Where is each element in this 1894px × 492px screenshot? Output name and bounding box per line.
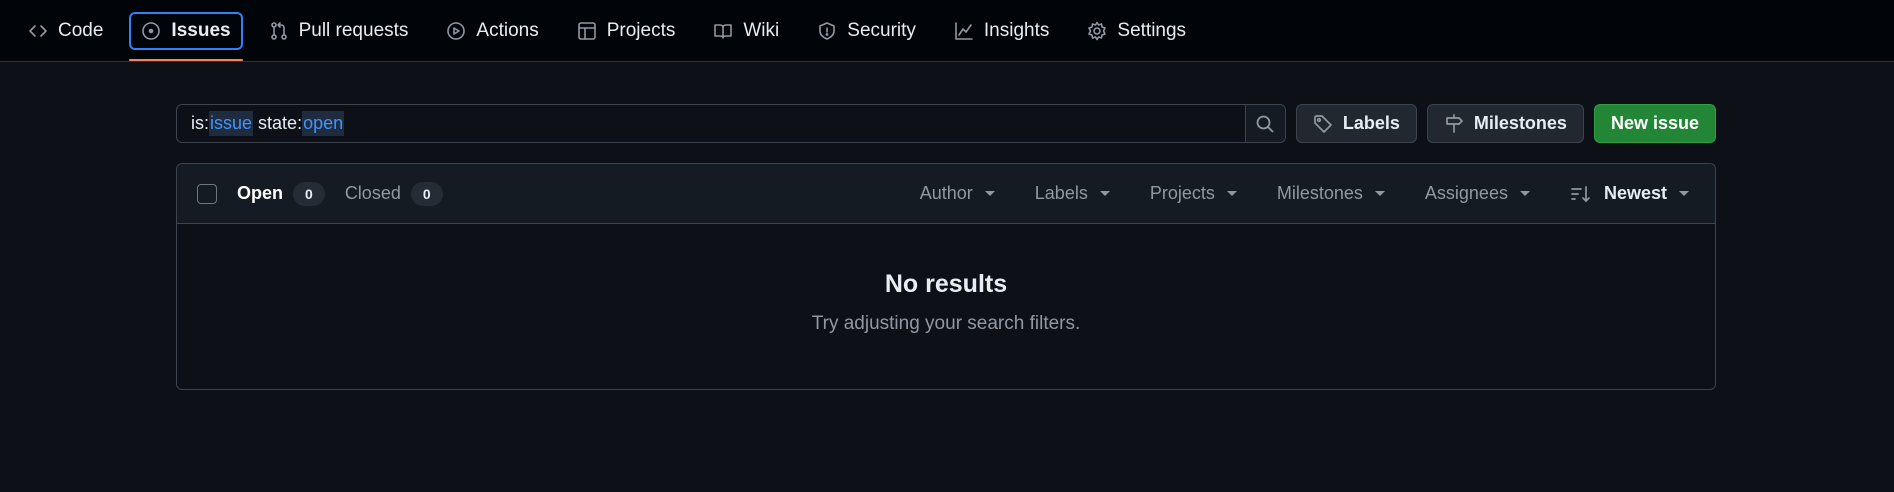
tab-projects[interactable]: Projects bbox=[565, 12, 688, 50]
tab-wiki[interactable]: Wiki bbox=[701, 12, 791, 50]
tab-code[interactable]: Code bbox=[16, 12, 115, 50]
labels-filter[interactable]: Labels bbox=[1035, 183, 1110, 204]
labels-button[interactable]: Labels bbox=[1295, 104, 1417, 143]
sort-dropdown-label: Newest bbox=[1603, 183, 1667, 203]
milestones-filter-label: Milestones bbox=[1276, 183, 1363, 203]
blankslate: No results Try adjusting your search fil… bbox=[177, 224, 1715, 335]
chevron-down-icon bbox=[1679, 191, 1689, 196]
tab-pull-requests-label: Pull requests bbox=[298, 19, 409, 41]
chevron-down-icon bbox=[1374, 191, 1385, 196]
search-qualifier-value: issue bbox=[209, 111, 254, 136]
blankslate-description: Try adjusting your search filters. bbox=[811, 313, 1081, 334]
projects-filter-label: Projects bbox=[1149, 183, 1215, 203]
author-filter[interactable]: Author bbox=[920, 183, 995, 204]
sort-desc-icon bbox=[1571, 185, 1590, 202]
author-filter-label: Author bbox=[919, 183, 973, 203]
tab-security-label: Security bbox=[847, 19, 916, 41]
projects-filter[interactable]: Projects bbox=[1150, 183, 1237, 204]
closed-issues-tab[interactable]: Closed 0 bbox=[344, 181, 443, 206]
assignees-filter[interactable]: Assignees bbox=[1425, 183, 1530, 204]
tag-icon bbox=[1314, 114, 1332, 133]
search-qualifier-key: state: bbox=[258, 113, 303, 133]
chevron-down-icon bbox=[1519, 191, 1530, 196]
tab-settings[interactable]: Settings bbox=[1075, 12, 1198, 50]
labels-button-label: Labels bbox=[1342, 113, 1400, 133]
chevron-down-icon bbox=[1226, 191, 1237, 196]
search-icon bbox=[1256, 115, 1275, 133]
open-issues-count: 0 bbox=[293, 181, 325, 206]
milestones-filter[interactable]: Milestones bbox=[1277, 183, 1385, 204]
open-issues-label: Open bbox=[237, 183, 284, 203]
issue-search-input[interactable]: is: issue state: open bbox=[177, 105, 1245, 142]
new-issue-button-label: New issue bbox=[1610, 113, 1699, 133]
closed-issues-label: Closed bbox=[344, 183, 401, 203]
shield-icon bbox=[819, 21, 836, 40]
tab-issues-label: Issues bbox=[171, 19, 231, 41]
open-issues-tab[interactable]: Open 0 bbox=[237, 181, 325, 206]
table-icon bbox=[577, 21, 596, 40]
closed-issues-count: 0 bbox=[410, 181, 443, 206]
tab-issues[interactable]: Issues bbox=[129, 11, 243, 61]
select-all-checkbox[interactable] bbox=[197, 183, 217, 204]
tab-projects-label: Projects bbox=[606, 19, 676, 41]
tab-insights-label: Insights bbox=[983, 19, 1050, 41]
gear-icon bbox=[1088, 21, 1107, 40]
chevron-down-icon bbox=[984, 191, 995, 196]
search-button[interactable] bbox=[1244, 105, 1285, 142]
sort-dropdown[interactable]: Newest bbox=[1570, 183, 1689, 204]
milestones-button[interactable]: Milestones bbox=[1426, 104, 1584, 143]
milestone-icon bbox=[1446, 113, 1463, 133]
search-qualifier-key: is: bbox=[191, 113, 209, 133]
chevron-down-icon bbox=[1099, 191, 1110, 196]
milestones-button-label: Milestones bbox=[1473, 113, 1567, 133]
issue-search-box: is: issue state: open bbox=[176, 104, 1286, 143]
book-icon bbox=[714, 23, 733, 39]
blankslate-title: No results bbox=[884, 270, 1008, 298]
tab-security[interactable]: Security bbox=[805, 12, 928, 50]
tab-wiki-label: Wiki bbox=[743, 19, 780, 41]
labels-filter-label: Labels bbox=[1034, 183, 1088, 203]
tab-insights[interactable]: Insights bbox=[942, 12, 1061, 50]
tab-actions[interactable]: Actions bbox=[434, 12, 550, 50]
tab-pull-requests[interactable]: Pull requests bbox=[257, 12, 421, 50]
graph-icon bbox=[955, 21, 973, 40]
new-issue-button[interactable]: New issue bbox=[1593, 104, 1716, 143]
search-qualifier-value: open bbox=[302, 111, 345, 136]
tab-actions-label: Actions bbox=[476, 19, 539, 41]
issues-list-header: Open 0 Closed 0 Author Labels Projects M… bbox=[177, 164, 1715, 224]
issue-opened-icon bbox=[142, 21, 161, 40]
tab-code-label: Code bbox=[58, 19, 104, 41]
repo-nav: Code Issues Pull requests Actions Projec… bbox=[0, 0, 1894, 62]
issues-toolbar: is: issue state: open Labels Milestones Ne… bbox=[176, 104, 1716, 143]
assignees-filter-label: Assignees bbox=[1424, 183, 1508, 203]
issues-list-box: Open 0 Closed 0 Author Labels Projects M… bbox=[176, 163, 1716, 390]
play-icon bbox=[447, 21, 466, 40]
tab-settings-label: Settings bbox=[1117, 19, 1187, 41]
git-pull-request-icon bbox=[270, 21, 287, 40]
code-icon bbox=[29, 24, 47, 37]
issue-filters: Author Labels Projects Milestones Assign… bbox=[880, 183, 1695, 204]
